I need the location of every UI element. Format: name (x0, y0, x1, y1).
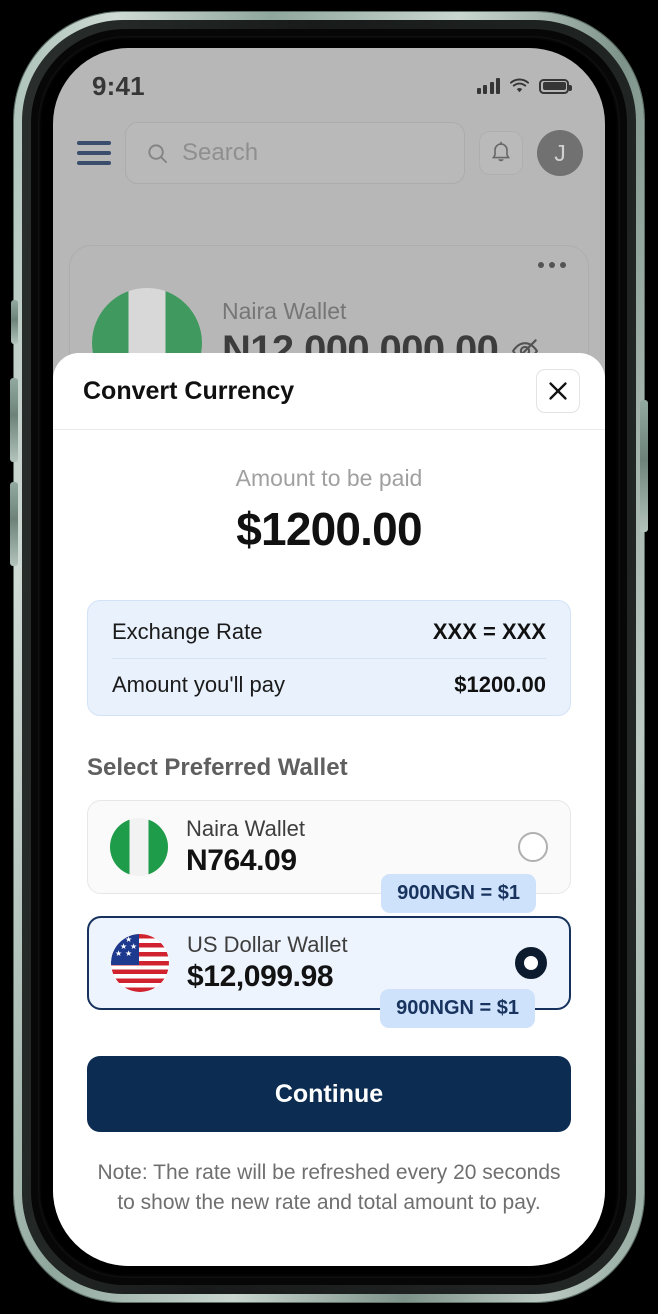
phone-screen: 9:41 Search J Naira Wallet N12,000,000.0… (53, 48, 605, 1266)
modal-title: Convert Currency (83, 376, 295, 405)
exchange-rate-row: Exchange Rate XXX = XXX (112, 605, 546, 658)
rate-refresh-note: Note: The rate will be refreshed every 2… (97, 1161, 561, 1215)
amount-you-pay-value: $1200.00 (454, 672, 546, 697)
nigeria-flag-icon (110, 818, 168, 876)
modal-body: Amount to be paid $1200.00 Exchange Rate… (53, 430, 605, 1266)
wallet-option-name: Naira Wallet (186, 816, 305, 841)
wallet-option-usd[interactable]: ★ ★ ★ ★ ★ ★ US Dollar Wallet $12,099.98 … (87, 916, 571, 1028)
convert-currency-modal: Convert Currency Amount to be paid $1200… (53, 353, 605, 1266)
amount-to-be-paid-value: $1200.00 (236, 503, 422, 555)
wallet-rate-badge: 900NGN = $1 (381, 874, 536, 913)
wallet-radio-usd[interactable] (515, 947, 547, 979)
wallet-option-text: Naira Wallet N764.09 (186, 816, 500, 878)
phone-mockup: 9:41 Search J Naira Wallet N12,000,000.0… (0, 0, 658, 1314)
wallet-option-text: US Dollar Wallet $12,099.98 (187, 932, 497, 994)
wallet-option-balance: N764.09 (186, 844, 297, 877)
volume-up-button[interactable] (10, 378, 18, 462)
amount-you-pay-label: Amount you'll pay (112, 672, 285, 697)
select-wallet-heading: Select Preferred Wallet (87, 754, 348, 781)
mute-switch-button[interactable] (11, 300, 18, 344)
close-icon (549, 382, 567, 400)
exchange-rate-label: Exchange Rate (112, 618, 263, 644)
exchange-rate-value: XXX = XXX (432, 618, 546, 644)
wallet-options-list: Naira Wallet N764.09 900NGN = $1 ★ ★ ★ ★… (87, 800, 571, 1028)
exchange-rate-box: Exchange Rate XXX = XXX Amount you'll pa… (87, 600, 571, 716)
modal-header: Convert Currency (53, 353, 605, 430)
close-button[interactable] (536, 369, 580, 413)
amount-to-be-paid-label: Amount to be paid (235, 465, 423, 491)
volume-down-button[interactable] (10, 482, 18, 566)
continue-button[interactable]: Continue (87, 1056, 571, 1132)
wallet-option-name: US Dollar Wallet (187, 932, 348, 957)
wallet-radio-naira[interactable] (518, 832, 548, 862)
wallet-option-naira[interactable]: Naira Wallet N764.09 900NGN = $1 (87, 800, 571, 913)
power-button[interactable] (640, 400, 648, 532)
amount-you-pay-row: Amount you'll pay $1200.00 (112, 658, 546, 711)
wallet-rate-badge: 900NGN = $1 (380, 989, 535, 1028)
usa-flag-icon: ★ ★ ★ ★ ★ ★ (111, 934, 169, 992)
